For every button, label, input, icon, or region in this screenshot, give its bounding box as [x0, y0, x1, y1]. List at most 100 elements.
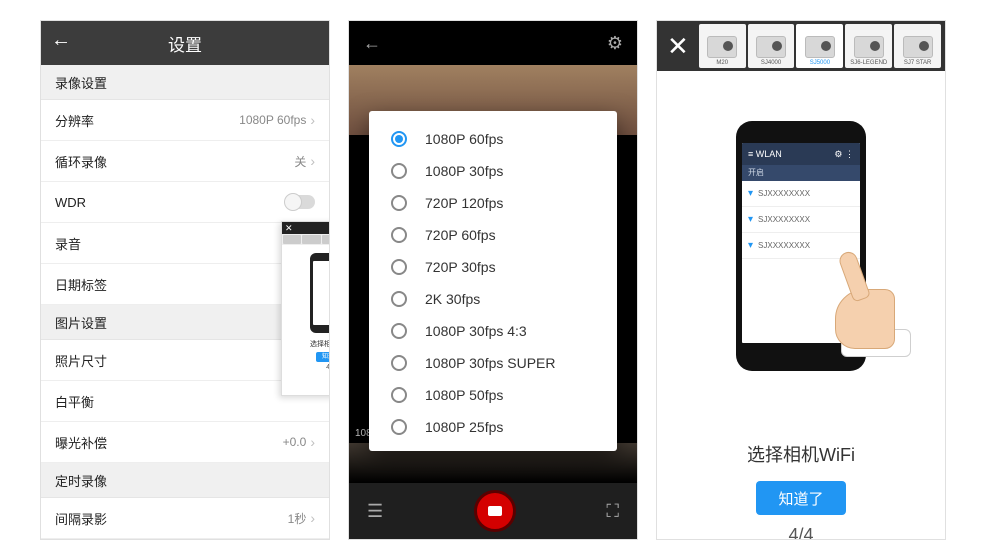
settings-row-label: WDR [55, 195, 86, 210]
resolution-option-label: 1080P 60fps [425, 131, 503, 147]
camera-model-tab[interactable]: M20 [699, 24, 746, 68]
resolution-dialog: 1080P 60fps 1080P 30fps 720P 120fps 720P 60… [369, 111, 617, 451]
radio-icon [391, 131, 407, 147]
chevron-right-icon: › [310, 434, 315, 450]
settings-row-label: 循环录像 [55, 152, 107, 171]
resolution-option-label: 1080P 30fps 4:3 [425, 323, 527, 339]
tutorial-overlay-small: ✕ 选择相机WiFi 知道了 4/4 [281, 221, 330, 396]
settings-title: 设置 [168, 31, 202, 56]
camera-model-tab[interactable]: SJ7 STAR [894, 24, 941, 68]
settings-section-header: 定时录像 [41, 463, 329, 498]
resolution-option-label: 720P 120fps [425, 195, 503, 211]
gear-icon[interactable]: ⚙ [607, 33, 623, 54]
camera-model-label: SJ5000 [810, 60, 830, 66]
settings-section-header: 录像设置 [41, 65, 329, 100]
settings-row-label: 分辨率 [55, 111, 94, 130]
settings-row-label: 照片尺寸 [55, 351, 107, 370]
camera-model-tab[interactable]: SJ6-LEGEND [845, 24, 892, 68]
camera-thumb-icon [805, 36, 835, 58]
resolution-option-label: 1080P 30fps SUPER [425, 355, 556, 371]
wifi-network-name: SJXXXXXXXX [758, 215, 810, 224]
resolution-option[interactable]: 1080P 25fps [369, 411, 617, 443]
radio-icon [391, 291, 407, 307]
resolution-option[interactable]: 720P 30fps [369, 251, 617, 283]
settings-row-label: 录音 [55, 234, 81, 253]
settings-row-value [285, 195, 315, 209]
tutorial-caption: 选择相机WiFi [657, 441, 945, 467]
back-icon[interactable]: ← [363, 33, 381, 54]
settings-row-value: 关› [294, 153, 315, 170]
radio-icon [391, 259, 407, 275]
resolution-option[interactable]: 1080P 30fps SUPER [369, 347, 617, 379]
settings-row[interactable]: 间隔录影 1秒› [41, 498, 329, 539]
resolution-picker-screen: ← ⚙ 108 1080P 60fps1080P 30fps720P 120fp… [348, 20, 638, 540]
hand-pointer-icon [835, 251, 905, 351]
close-icon[interactable]: ✕ [285, 223, 293, 234]
camera-thumb-icon [707, 36, 737, 58]
record-button[interactable] [474, 490, 516, 532]
camera-model-label: SJ6-LEGEND [850, 60, 887, 66]
resolution-option-label: 1080P 30fps [425, 163, 503, 179]
camera-model-label: M20 [716, 60, 728, 66]
tutorial-ok-small[interactable]: 知道了 [316, 352, 330, 362]
resolution-option[interactable]: 1080P 30fps [369, 155, 617, 187]
camera-bottom-bar: ☰ ⛶ [349, 483, 637, 539]
resolution-option-label: 1080P 50fps [425, 387, 503, 403]
chevron-right-icon: › [310, 510, 315, 526]
settings-row-label: 白平衡 [55, 392, 94, 411]
camera-model-tab[interactable]: SJ4000 [748, 24, 795, 68]
wlan-title: WLAN [756, 149, 782, 159]
wifi-icon: ▾ [748, 214, 753, 225]
settings-row[interactable]: WDR [41, 182, 329, 223]
settings-screen: ← 设置 录像设置分辨率1080P 60fps›循环录像关›WDR录音日期标签图… [40, 20, 330, 540]
resolution-option-label: 2K 30fps [425, 291, 480, 307]
menu-icon[interactable]: ☰ [367, 501, 383, 522]
radio-icon [391, 227, 407, 243]
camera-icon [488, 506, 502, 516]
radio-icon [391, 387, 407, 403]
resolution-option-label: 720P 60fps [425, 227, 496, 243]
settings-row-value: 1秒› [288, 510, 315, 527]
tutorial-screen: ✕ M20SJ4000SJ5000SJ6-LEGENDSJ7 STAR ≡ WL… [656, 20, 946, 540]
radio-icon [391, 163, 407, 179]
back-icon[interactable]: ← [51, 29, 71, 52]
settings-row[interactable]: 循环录像 关› [41, 141, 329, 182]
camera-model-tab[interactable]: SJ5000 [796, 24, 843, 68]
resolution-option[interactable]: 1080P 30fps 4:3 [369, 315, 617, 347]
wifi-network-name: SJXXXXXXXX [758, 241, 810, 250]
resolution-option[interactable]: 2K 30fps [369, 283, 617, 315]
wlan-subtitle: 开启 [742, 165, 860, 181]
toggle-switch[interactable] [285, 195, 315, 209]
camera-thumb-icon [756, 36, 786, 58]
settings-row[interactable]: 曝光补偿 +0.0› [41, 422, 329, 463]
wifi-icon: ▾ [748, 240, 753, 251]
radio-icon [391, 419, 407, 435]
resolution-option[interactable]: 720P 120fps [369, 187, 617, 219]
wifi-icon: ▾ [748, 188, 753, 199]
camera-header: ← ⚙ [349, 21, 637, 65]
camera-model-label: SJ7 STAR [904, 60, 932, 66]
camera-thumb-icon [903, 36, 933, 58]
wifi-network-row[interactable]: ▾ SJXXXXXXXX [742, 207, 860, 233]
tutorial-caption-small: 选择相机WiFi [282, 339, 330, 349]
tutorial-ok-button[interactable]: 知道了 [756, 481, 846, 515]
settings-row-label: 曝光补偿 [55, 433, 107, 452]
settings-header: ← 设置 [41, 21, 329, 65]
settings-row-value: +0.0› [283, 434, 315, 450]
camera-thumb-icon [854, 36, 884, 58]
resolution-option-label: 1080P 25fps [425, 419, 503, 435]
settings-row[interactable]: 分辨率 1080P 60fps› [41, 100, 329, 141]
camera-model-label: SJ4000 [761, 60, 781, 66]
radio-icon [391, 355, 407, 371]
settings-row-value: 1080P 60fps› [239, 112, 315, 128]
resolution-option[interactable]: 720P 60fps [369, 219, 617, 251]
fullscreen-icon[interactable]: ⛶ [606, 501, 619, 522]
tutorial-header: ✕ M20 SJ4000 SJ5000 SJ6-LEGEND SJ7 STAR [657, 21, 945, 71]
wifi-network-row[interactable]: ▾ SJXXXXXXXX [742, 181, 860, 207]
resolution-option-label: 720P 30fps [425, 259, 496, 275]
resolution-option[interactable]: 1080P 60fps [369, 123, 617, 155]
close-icon[interactable]: ✕ [657, 31, 699, 62]
wifi-network-name: SJXXXXXXXX [758, 189, 810, 198]
settings-row-label: 间隔录影 [55, 509, 107, 528]
resolution-option[interactable]: 1080P 50fps [369, 379, 617, 411]
